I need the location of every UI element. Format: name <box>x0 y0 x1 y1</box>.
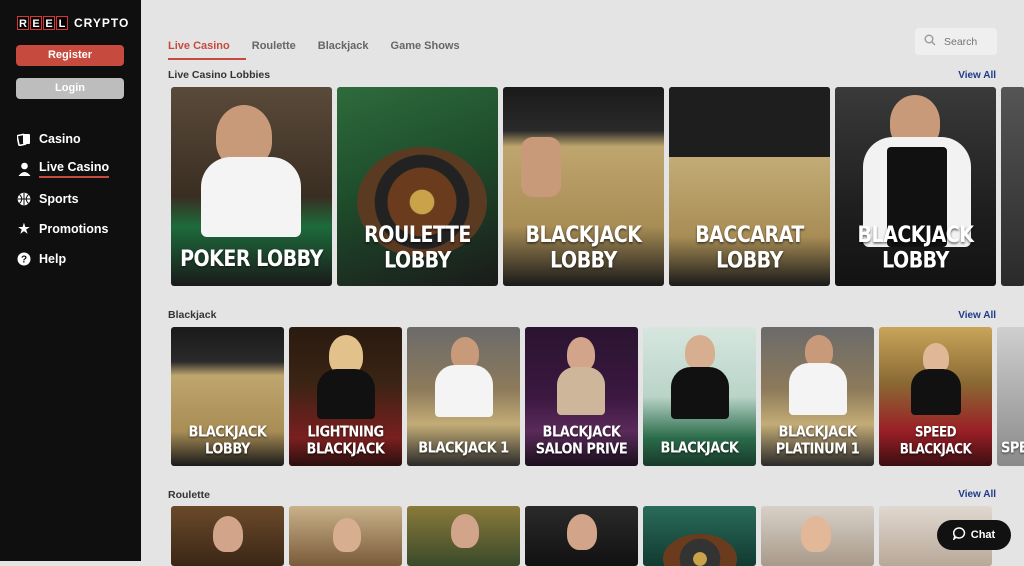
sidebar-item-help[interactable]: ? Help <box>17 244 109 274</box>
game-card-title: BLACKJACK LOBBY <box>857 222 974 274</box>
game-card-title: SPE <box>1001 439 1024 458</box>
dealer-image <box>671 367 729 419</box>
question-icon: ? <box>17 252 31 266</box>
tab-roulette[interactable]: Roulette <box>252 36 296 60</box>
section-title-blackjack: Blackjack <box>168 309 217 321</box>
dealer-image <box>317 369 375 419</box>
user-icon <box>17 162 31 176</box>
dealer-image <box>435 365 493 417</box>
dealer-image <box>333 518 361 552</box>
sidebar-item-label: Sports <box>39 192 79 206</box>
star-icon: ★ <box>18 221 30 236</box>
section-title-lobbies: Live Casino Lobbies <box>168 69 271 81</box>
dealer-image <box>567 337 595 371</box>
section-title-roulette: Roulette <box>168 489 210 501</box>
sidebar-item-label: Promotions <box>39 222 109 236</box>
sidebar-item-live-casino[interactable]: Live Casino <box>17 154 110 184</box>
game-card-blackjack[interactable]: BLACKJACK <box>643 327 756 466</box>
search-input[interactable] <box>942 34 996 49</box>
category-tabs: Live Casino Roulette Blackjack Game Show… <box>168 36 482 60</box>
game-card-title: BLACKJACK 1 <box>418 439 509 458</box>
sidebar-item-label: Casino <box>39 132 81 146</box>
game-card-roulette[interactable] <box>643 506 756 566</box>
logo-letter: L <box>56 16 68 30</box>
chat-bubble-icon <box>952 527 966 543</box>
game-card-title: SPEED BLACKJACK <box>899 423 972 458</box>
dealer-hand-image <box>521 137 561 197</box>
game-card-partial[interactable] <box>1001 87 1024 286</box>
game-card-title: BLACKJACK LOBBY <box>188 423 267 459</box>
svg-text:?: ? <box>21 255 27 266</box>
active-tab-indicator <box>168 58 246 60</box>
search-box[interactable] <box>915 28 997 55</box>
dealer-image <box>685 335 715 369</box>
search-icon <box>924 34 936 49</box>
game-card-blackjack-lobby-2[interactable]: BLACKJACK LOBBY <box>835 87 996 286</box>
tab-blackjack[interactable]: Blackjack <box>318 36 369 60</box>
view-all-lobbies-link[interactable]: View All <box>958 70 996 81</box>
sidebar-nav: Casino Live Casino Sports ★ Promotions ?… <box>17 124 110 274</box>
game-card-lightning-blackjack[interactable]: LIGHTNING BLACKJACK <box>289 327 402 466</box>
dealer-image <box>911 369 961 415</box>
game-card-roulette[interactable] <box>525 506 638 566</box>
game-card-title: BACCARAT LOBBY <box>695 222 804 274</box>
logo-letter: E <box>30 16 42 30</box>
view-all-blackjack-link[interactable]: View All <box>958 310 996 321</box>
blackjack-row: BLACKJACK LOBBY LIGHTNING BLACKJACK BLAC… <box>171 327 1024 466</box>
logo-letter: E <box>43 16 55 30</box>
sidebar: R E E L CRYPTO Register Login Casino Liv… <box>0 0 141 561</box>
lobbies-row: POKER LOBBY ROULETTE LOBBY BLACKJACK LOB… <box>171 87 1024 286</box>
chat-label: Chat <box>970 529 996 541</box>
dealer-image <box>669 87 830 157</box>
login-button[interactable]: Login <box>16 78 124 99</box>
game-card-title: BLACKJACK <box>660 439 739 458</box>
game-card-poker-lobby[interactable]: POKER LOBBY <box>171 87 332 286</box>
game-card-blackjack-lobby[interactable]: BLACKJACK LOBBY <box>503 87 664 286</box>
game-card-blackjack-salon-prive[interactable]: BLACKJACK SALON PRIVE <box>525 327 638 466</box>
game-card-title: BLACKJACK LOBBY <box>525 222 642 274</box>
view-all-roulette-link[interactable]: View All <box>958 489 996 500</box>
game-card-blackjack-platinum-1[interactable]: BLACKJACK PLATINUM 1 <box>761 327 874 466</box>
dealer-image <box>801 516 831 552</box>
reel-crypto-logo[interactable]: R E E L CRYPTO <box>17 14 129 32</box>
game-card-roulette[interactable] <box>407 506 520 566</box>
logo-crypto-text: CRYPTO <box>74 16 130 30</box>
game-card-title: LIGHTNING BLACKJACK <box>306 423 385 459</box>
ball-icon <box>17 192 31 206</box>
chat-button[interactable]: Chat <box>937 520 1011 550</box>
dealer-image <box>557 367 605 415</box>
game-card-roulette[interactable] <box>761 506 874 566</box>
dealer-image <box>567 514 597 550</box>
game-card-title: POKER LOBBY <box>180 246 323 272</box>
roulette-row <box>171 506 992 566</box>
game-card-roulette-lobby[interactable]: ROULETTE LOBBY <box>337 87 498 286</box>
game-card-blackjack-1[interactable]: BLACKJACK 1 <box>407 327 520 466</box>
sidebar-item-sports[interactable]: Sports <box>17 184 109 214</box>
game-card-roulette[interactable] <box>289 506 402 566</box>
dealer-image <box>789 363 847 415</box>
logo-letter: R <box>17 16 29 30</box>
game-card-blackjack-lobby[interactable]: BLACKJACK LOBBY <box>171 327 284 466</box>
game-card-title: ROULETTE LOBBY <box>364 222 471 274</box>
sidebar-item-promotions[interactable]: ★ Promotions <box>17 214 109 244</box>
sidebar-item-casino[interactable]: Casino <box>17 124 109 154</box>
game-card-title: BLACKJACK PLATINUM 1 <box>775 423 860 459</box>
game-card-title: BLACKJACK SALON PRIVE <box>535 423 628 459</box>
game-card-speed-blackjack[interactable]: SPEED BLACKJACK <box>879 327 992 466</box>
main-content: Live Casino Roulette Blackjack Game Show… <box>141 0 1024 566</box>
game-card-roulette[interactable] <box>171 506 284 566</box>
dealer-image <box>213 516 243 552</box>
cards-icon <box>17 132 31 146</box>
sidebar-item-label: Help <box>39 252 67 266</box>
dealer-image <box>201 157 301 237</box>
roulette-wheel-image <box>663 534 737 566</box>
sidebar-item-label: Live Casino <box>39 160 110 178</box>
register-button[interactable]: Register <box>16 45 124 66</box>
dealer-image <box>451 514 479 548</box>
game-card-baccarat-lobby[interactable]: BACCARAT LOBBY <box>669 87 830 286</box>
game-card-partial[interactable]: SPE <box>997 327 1024 466</box>
tab-game-shows[interactable]: Game Shows <box>391 36 460 60</box>
tab-live-casino[interactable]: Live Casino <box>168 36 230 60</box>
